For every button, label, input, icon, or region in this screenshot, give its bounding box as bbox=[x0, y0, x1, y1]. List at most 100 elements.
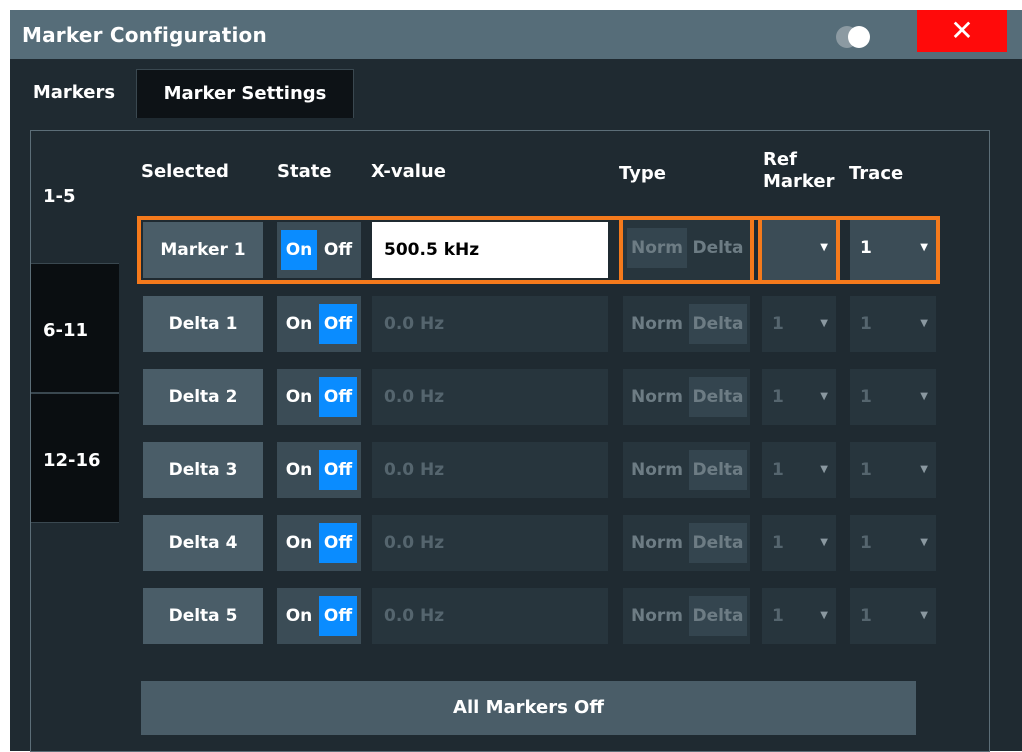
delta-3-button[interactable]: Delta 3 bbox=[143, 442, 263, 498]
x-value-input[interactable]: 0.0 Hz bbox=[372, 588, 608, 644]
type-delta-label: Delta bbox=[689, 450, 747, 490]
chevron-down-icon: ▼ bbox=[820, 537, 828, 548]
state-off-label: Off bbox=[319, 450, 357, 490]
state-on-label: On bbox=[285, 606, 313, 626]
type-toggle[interactable]: Norm Delta bbox=[623, 442, 750, 498]
ref-marker-dropdown[interactable]: 1 ▼ bbox=[762, 442, 836, 498]
tab-marker-settings[interactable]: Marker Settings bbox=[136, 69, 354, 118]
header-xvalue: X-value bbox=[371, 161, 446, 182]
dialog-title: Marker Configuration bbox=[22, 23, 267, 47]
trace-value: 1 bbox=[860, 533, 872, 553]
header-ref-marker: Ref Marker bbox=[763, 149, 835, 192]
trace-value: 1 bbox=[860, 460, 872, 480]
state-on-label: On bbox=[281, 230, 317, 270]
state-toggle[interactable]: On Off bbox=[277, 296, 361, 352]
state-off-label: Off bbox=[319, 523, 357, 563]
trace-dropdown[interactable]: 1 ▼ bbox=[850, 369, 936, 425]
display-toggle-icon[interactable] bbox=[836, 26, 882, 48]
ref-marker-dropdown[interactable]: 1 ▼ bbox=[762, 296, 836, 352]
trace-dropdown[interactable]: 1 ▼ bbox=[850, 515, 936, 571]
chevron-down-icon: ▼ bbox=[920, 242, 928, 253]
type-toggle[interactable]: Norm Delta bbox=[623, 515, 750, 571]
state-on-label: On bbox=[285, 460, 313, 480]
x-value-input[interactable]: 500.5 kHz bbox=[372, 222, 608, 278]
header-selected: Selected bbox=[141, 161, 229, 182]
trace-value: 1 bbox=[860, 387, 872, 407]
chevron-down-icon: ▼ bbox=[820, 464, 828, 475]
header-trace: Trace bbox=[849, 163, 904, 184]
ref-marker-value: 1 bbox=[772, 314, 784, 334]
side-tab-label: 1-5 bbox=[43, 186, 76, 207]
trace-value: 1 bbox=[860, 606, 872, 626]
type-norm-label: Norm bbox=[627, 228, 687, 268]
type-toggle[interactable]: Norm Delta bbox=[623, 296, 750, 352]
x-value-input[interactable]: 0.0 Hz bbox=[372, 515, 608, 571]
trace-dropdown[interactable]: 1 ▼ bbox=[850, 442, 936, 498]
type-toggle[interactable]: Norm Delta bbox=[623, 588, 750, 644]
state-on-label: On bbox=[285, 533, 313, 553]
trace-dropdown[interactable]: 1 ▼ bbox=[850, 220, 936, 280]
type-delta-label: Delta bbox=[692, 238, 744, 258]
side-tab-12-16[interactable]: 12-16 bbox=[31, 393, 119, 523]
state-on-label: On bbox=[285, 387, 313, 407]
chevron-down-icon: ▼ bbox=[920, 391, 928, 402]
state-toggle[interactable]: On Off bbox=[277, 515, 361, 571]
state-off-label: Off bbox=[319, 377, 357, 417]
state-off-label: Off bbox=[319, 304, 357, 344]
marker-1-button[interactable]: Marker 1 bbox=[143, 222, 263, 278]
chevron-down-icon: ▼ bbox=[920, 464, 928, 475]
marker-configuration-dialog: Marker Configuration ✕ Markers Marker Se… bbox=[10, 10, 1022, 752]
side-tab-1-5[interactable]: 1-5 bbox=[31, 131, 119, 261]
tab-markers[interactable]: Markers bbox=[16, 69, 132, 117]
state-toggle[interactable]: On Off bbox=[277, 588, 361, 644]
ref-marker-value: 1 bbox=[772, 387, 784, 407]
trace-value: 1 bbox=[860, 238, 872, 258]
x-value-input[interactable]: 0.0 Hz bbox=[372, 369, 608, 425]
close-button[interactable]: ✕ bbox=[917, 10, 1007, 52]
all-markers-off-button[interactable]: All Markers Off bbox=[141, 681, 916, 735]
side-tab-6-11[interactable]: 6-11 bbox=[31, 263, 119, 393]
chevron-down-icon: ▼ bbox=[820, 318, 828, 329]
delta-5-button[interactable]: Delta 5 bbox=[143, 588, 263, 644]
state-off-label: Off bbox=[319, 596, 357, 636]
x-value-input[interactable]: 0.0 Hz bbox=[372, 442, 608, 498]
chevron-down-icon: ▼ bbox=[920, 610, 928, 621]
type-toggle[interactable]: Norm Delta bbox=[623, 220, 750, 280]
header-type: Type bbox=[619, 163, 666, 184]
type-delta-label: Delta bbox=[689, 377, 747, 417]
type-norm-label: Norm bbox=[630, 387, 683, 407]
type-norm-label: Norm bbox=[630, 533, 683, 553]
type-delta-label: Delta bbox=[689, 596, 747, 636]
markers-panel: 1-5 6-11 12-16 Selected State X-value Ty… bbox=[30, 130, 990, 752]
type-delta-label: Delta bbox=[689, 304, 747, 344]
ref-marker-dropdown[interactable]: 1 ▼ bbox=[762, 369, 836, 425]
trace-value: 1 bbox=[860, 314, 872, 334]
x-value-input[interactable]: 0.0 Hz bbox=[372, 296, 608, 352]
state-off-label: Off bbox=[323, 240, 353, 260]
type-norm-label: Norm bbox=[630, 606, 683, 626]
delta-1-button[interactable]: Delta 1 bbox=[143, 296, 263, 352]
side-tab-label: 12-16 bbox=[43, 450, 101, 471]
state-toggle[interactable]: On Off bbox=[277, 442, 361, 498]
ref-marker-dropdown[interactable]: 1 ▼ bbox=[762, 588, 836, 644]
trace-dropdown[interactable]: 1 ▼ bbox=[850, 588, 936, 644]
state-toggle[interactable]: On Off bbox=[277, 222, 361, 278]
side-tab-label: 6-11 bbox=[43, 320, 89, 341]
ref-marker-value: 1 bbox=[772, 606, 784, 626]
delta-2-button[interactable]: Delta 2 bbox=[143, 369, 263, 425]
trace-dropdown[interactable]: 1 ▼ bbox=[850, 296, 936, 352]
type-norm-label: Norm bbox=[630, 460, 683, 480]
chevron-down-icon: ▼ bbox=[920, 318, 928, 329]
state-on-label: On bbox=[285, 314, 313, 334]
delta-4-button[interactable]: Delta 4 bbox=[143, 515, 263, 571]
type-toggle[interactable]: Norm Delta bbox=[623, 369, 750, 425]
chevron-down-icon: ▼ bbox=[820, 391, 828, 402]
title-bar: Marker Configuration ✕ bbox=[10, 10, 1022, 59]
type-norm-label: Norm bbox=[630, 314, 683, 334]
ref-marker-dropdown[interactable]: 1 ▼ bbox=[762, 515, 836, 571]
chevron-down-icon: ▼ bbox=[820, 242, 828, 253]
state-toggle[interactable]: On Off bbox=[277, 369, 361, 425]
ref-marker-dropdown[interactable]: ▼ bbox=[762, 220, 836, 280]
tab-bar: Markers Marker Settings bbox=[10, 59, 1022, 118]
ref-marker-value: 1 bbox=[772, 533, 784, 553]
